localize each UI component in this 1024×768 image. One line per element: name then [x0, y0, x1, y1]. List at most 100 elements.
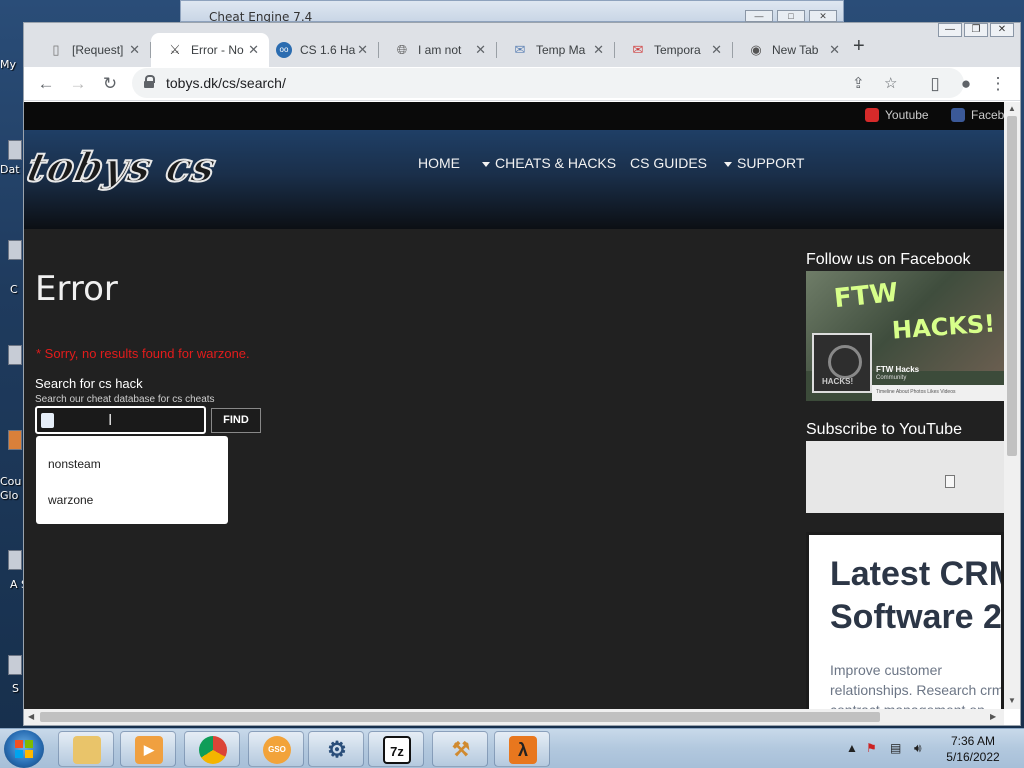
volume-icon[interactable]: 🔊︎	[914, 741, 922, 756]
taskbar-gso[interactable]: GSO	[248, 731, 304, 767]
menu-support[interactable]: SUPPORT	[724, 155, 804, 171]
facebook-page-name[interactable]: FTW Hacks	[876, 365, 919, 374]
desktop-icon[interactable]	[8, 240, 22, 260]
taskbar: ▶ GSO ⚙ 7z ⚒ λ ▲ ⚑ ▤ 🔊︎ 7:36 AM 5/16/202…	[0, 728, 1024, 768]
taskbar-cheat-engine[interactable]: ⚙	[308, 731, 364, 767]
menu-home[interactable]: HOME	[418, 155, 460, 171]
tab-error[interactable]: ⚔ Error - No ✕	[151, 33, 269, 67]
facebook-page-widget[interactable]: FTW HACKS! HACKS! FTW Hacks Community Ti…	[806, 271, 1004, 401]
tab-label: I am not	[418, 43, 462, 57]
tab-close-icon[interactable]: ✕	[829, 42, 840, 58]
start-button[interactable]	[4, 730, 44, 768]
menu-kebab-icon[interactable]: ⋮	[985, 71, 1011, 97]
tab-label: Tempora	[654, 43, 701, 57]
tab-temporary[interactable]: ✉ Tempora ✕	[614, 33, 732, 67]
tab-i-am-not[interactable]: 🌐︎ I am not ✕	[378, 33, 496, 67]
find-button[interactable]: FIND	[211, 408, 261, 433]
avatar-text: HACKS!	[822, 377, 854, 386]
action-center-icon[interactable]: ⚑	[866, 741, 877, 755]
taskbar-7zip[interactable]: 7z	[368, 731, 424, 767]
vertical-scroll-thumb[interactable]	[1007, 116, 1017, 456]
tab-close-icon[interactable]: ✕	[129, 42, 140, 58]
tab-close-icon[interactable]: ✕	[593, 42, 604, 58]
taskbar-explorer[interactable]	[58, 731, 114, 767]
reload-icon[interactable]: ↻	[97, 71, 123, 97]
youtube-label: Youtube	[885, 108, 929, 122]
new-tab-plus-icon[interactable]: +	[853, 35, 865, 58]
tab-cs16[interactable]: oo CS 1.6 Ha ✕	[260, 33, 378, 67]
tab-close-icon[interactable]: ✕	[711, 42, 722, 58]
social-topbar: Youtube Faceb	[24, 102, 1004, 130]
minimize-icon[interactable]: —	[745, 10, 773, 22]
tab-temp-mail[interactable]: ✉ Temp Ma ✕	[496, 33, 614, 67]
show-hidden-icons-icon[interactable]: ▲	[846, 741, 858, 755]
desktop-icon[interactable]	[8, 550, 22, 570]
tab-label: CS 1.6 Ha	[300, 43, 356, 57]
close-icon[interactable]: ✕	[990, 23, 1014, 37]
advertisement[interactable]: Latest CRM Software 2 Improve customer r…	[806, 532, 1004, 709]
youtube-link[interactable]: Youtube	[865, 108, 929, 122]
scroll-down-arrow-icon[interactable]: ▼	[1008, 696, 1016, 705]
search-input[interactable]	[35, 406, 206, 434]
back-arrow-icon[interactable]: ←	[33, 71, 59, 97]
maximize-icon[interactable]: □	[777, 10, 805, 22]
facebook-label: Faceb	[971, 108, 1004, 122]
facebook-avatar[interactable]: HACKS!	[812, 333, 872, 393]
horizontal-scroll-thumb[interactable]	[40, 712, 880, 722]
cheat-engine-window[interactable]: Cheat Engine 7.4 — □ ✕	[180, 0, 844, 24]
desktop-icon[interactable]	[8, 345, 22, 365]
site-logo[interactable]: tobys cs	[24, 143, 222, 192]
autocomplete-item[interactable]: warzone	[48, 493, 93, 507]
taskbar-media-player[interactable]: ▶	[120, 731, 176, 767]
lock-icon[interactable]	[144, 75, 155, 88]
horizontal-scrollbar[interactable]: ◀ ▶	[24, 709, 1004, 725]
side-panel-icon[interactable]: ▯	[922, 71, 948, 97]
desktop-icon-label[interactable]: My	[0, 58, 22, 71]
scroll-right-arrow-icon[interactable]: ▶	[990, 712, 996, 721]
gear-icon: ⚙	[327, 737, 347, 762]
restore-icon[interactable]: ❐	[964, 23, 988, 37]
forward-arrow-icon[interactable]: →	[65, 71, 91, 97]
caret-down-icon	[724, 161, 732, 167]
autocomplete-item[interactable]: nonsteam	[48, 457, 101, 471]
tab-strip: ▯ [Request] ✕ ⚔ Error - No ✕ oo CS 1.6 H…	[24, 23, 1020, 67]
desktop-icon[interactable]	[8, 140, 22, 160]
menu-cheats-hacks[interactable]: CHEATS & HACKS	[482, 155, 616, 171]
tab-close-icon[interactable]: ✕	[357, 42, 368, 58]
tab-label: Temp Ma	[536, 43, 586, 57]
desktop-icon-label[interactable]: Dat	[0, 163, 22, 176]
close-icon[interactable]: ✕	[809, 10, 837, 22]
profile-avatar-icon[interactable]: ●	[953, 71, 979, 97]
menu-cs-guides[interactable]: CS GUIDES	[630, 155, 707, 171]
bookmark-star-icon[interactable]: ☆	[884, 74, 897, 92]
window-controls: — ❐ ✕	[938, 23, 1014, 37]
desktop-icon[interactable]	[8, 430, 22, 450]
scroll-up-arrow-icon[interactable]: ▲	[1008, 104, 1016, 113]
url-text[interactable]: tobys.dk/cs/search/	[166, 75, 286, 91]
vertical-scrollbar[interactable]: ▲ ▼	[1004, 102, 1020, 709]
tab-close-icon[interactable]: ✕	[248, 42, 259, 58]
error-message: * Sorry, no results found for warzone.	[36, 346, 250, 361]
minimize-icon[interactable]: —	[938, 23, 962, 37]
share-icon[interactable]: ⇪	[852, 74, 865, 92]
desktop-icon[interactable]	[8, 655, 22, 675]
taskbar-half-life[interactable]: λ	[494, 731, 550, 767]
tab-new-tab[interactable]: ◉ New Tab ✕	[732, 33, 850, 67]
folder-icon	[73, 736, 101, 764]
taskbar-clock[interactable]: 7:36 AM 5/16/2022	[940, 733, 1006, 765]
taskbar-chrome[interactable]	[184, 731, 240, 767]
globe-icon: 🌐︎	[396, 42, 408, 57]
facebook-link[interactable]: Faceb	[951, 108, 1004, 122]
tab-label: New Tab	[772, 43, 819, 57]
network-icon[interactable]: ▤	[890, 741, 901, 755]
desktop-icon-label[interactable]: Cou Glo	[0, 475, 22, 503]
clock-date: 5/16/2022	[946, 750, 1000, 764]
address-bar[interactable]: tobys.dk/cs/search/ ⇪ ☆	[132, 68, 964, 98]
youtube-widget[interactable]	[806, 441, 1004, 513]
tab-close-icon[interactable]: ✕	[475, 42, 486, 58]
scroll-left-arrow-icon[interactable]: ◀	[28, 712, 34, 721]
web-page: Youtube Faceb tobys cs HOME CHEATS & HAC…	[24, 102, 1004, 709]
tab-label: [Request]	[72, 43, 124, 57]
tab-request[interactable]: ▯ [Request] ✕	[32, 33, 150, 67]
taskbar-tool[interactable]: ⚒	[432, 731, 488, 767]
